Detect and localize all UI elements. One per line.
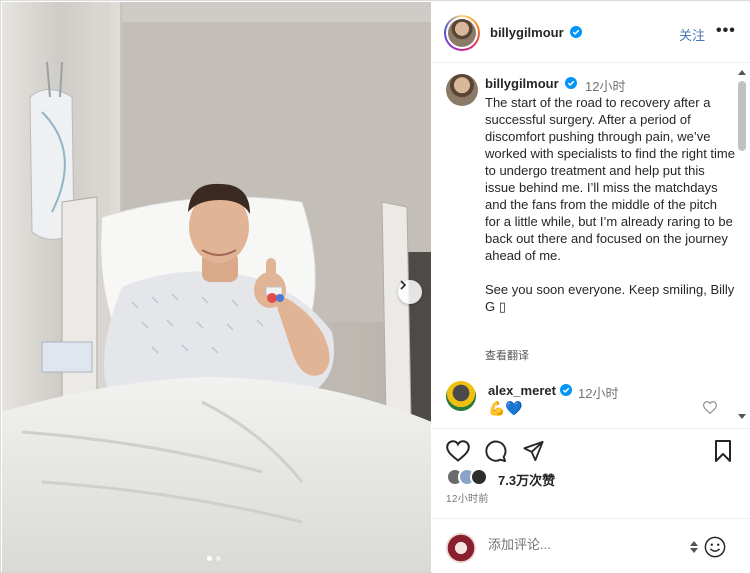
carousel-dot <box>207 556 212 561</box>
heart-icon[interactable] <box>446 440 470 462</box>
more-icon[interactable]: ••• <box>716 22 736 40</box>
verified-icon <box>560 384 572 396</box>
comment-text: 💪💙 <box>488 400 523 416</box>
likes-count[interactable]: 7.3万次赞 <box>498 470 555 489</box>
avatar <box>448 19 476 47</box>
comment-avatar[interactable] <box>446 381 476 411</box>
author-username[interactable]: billygilmour <box>490 25 564 40</box>
post-header: billygilmour 关注 ••• <box>432 2 750 63</box>
post-dialog: billygilmour 关注 ••• billygilmour 12小时 Th… <box>0 0 750 573</box>
carousel-dot <box>216 556 221 561</box>
comments-section: billygilmour 12小时 The start of the road … <box>432 63 750 428</box>
post-photo[interactable] <box>2 2 431 573</box>
comment-icon[interactable] <box>484 440 507 463</box>
hospital-photo <box>2 2 431 573</box>
comment-input[interactable] <box>488 537 678 552</box>
comment-like-heart-icon[interactable] <box>703 401 717 414</box>
bookmark-icon[interactable] <box>714 440 732 462</box>
caption-timestamp[interactable]: 12小时 <box>585 76 625 95</box>
share-icon[interactable] <box>522 440 545 462</box>
translate-link[interactable]: 查看翻译 <box>485 347 529 363</box>
post-timestamp[interactable]: 12小时前 <box>446 490 489 505</box>
follow-button[interactable]: 关注 <box>679 25 705 44</box>
sort-arrows-icon[interactable] <box>689 539 699 555</box>
caption-username[interactable]: billygilmour <box>485 76 559 91</box>
carousel-dots <box>207 556 221 561</box>
verified-icon <box>565 77 577 89</box>
caption-text: The start of the road to recovery after … <box>485 95 735 314</box>
current-user-avatar[interactable] <box>446 533 476 563</box>
likers-avatars[interactable] <box>446 468 498 486</box>
next-slide-button[interactable] <box>398 280 422 304</box>
emoji-icon[interactable] <box>704 536 726 558</box>
comment-timestamp[interactable]: 12小时 <box>578 383 618 402</box>
post-details-panel: billygilmour 关注 ••• billygilmour 12小时 Th… <box>432 2 750 573</box>
scroll-down-arrow[interactable] <box>738 414 746 419</box>
comment-username[interactable]: alex_meret <box>488 383 556 398</box>
verified-icon <box>570 26 582 38</box>
chevron-right-icon <box>400 280 407 290</box>
avatar <box>470 468 488 486</box>
comments-scrollbar[interactable] <box>736 67 748 422</box>
scroll-up-arrow[interactable] <box>738 70 746 75</box>
scroll-thumb[interactable] <box>738 81 746 151</box>
caption-avatar[interactable] <box>446 74 478 106</box>
action-bar <box>432 428 750 463</box>
add-comment-bar <box>432 518 750 573</box>
story-ring[interactable] <box>444 15 480 51</box>
